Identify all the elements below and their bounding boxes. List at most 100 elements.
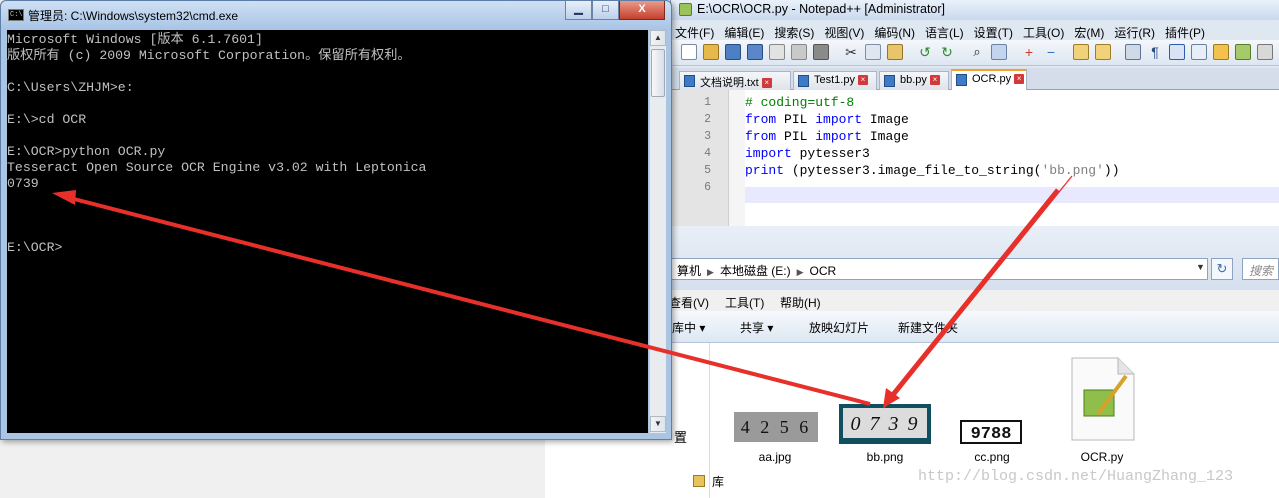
menu-search[interactable]: 搜索(S)	[770, 22, 818, 41]
line-number: 1	[704, 96, 711, 109]
new-folder-button[interactable]: 新建文件夹	[898, 319, 958, 336]
code-line: # coding=utf-8	[745, 95, 854, 110]
aa-thumbnail: 4 2 5 6	[734, 412, 818, 442]
breadcrumb-folder[interactable]: OCR	[810, 264, 837, 278]
code-keyword: import	[745, 146, 792, 161]
code-text: PIL	[776, 112, 816, 127]
code-keyword: from	[745, 112, 777, 127]
line-number: 4	[704, 147, 711, 160]
sync-scroll-h-icon[interactable]	[1095, 44, 1111, 60]
maximize-button[interactable]: □	[592, 1, 619, 20]
breadcrumb-separator-icon[interactable]: ▶	[707, 267, 714, 277]
open-folder-icon[interactable]	[703, 44, 719, 60]
code-editor[interactable]: 1 2 3 4 5 6 # coding=utf-8 from PIL import Imag…	[671, 90, 1279, 226]
close-button[interactable]: X	[619, 1, 665, 20]
tab-test1[interactable]: Test1.py ×	[793, 71, 877, 90]
menu-run[interactable]: 运行(R)	[1110, 22, 1159, 41]
breadcrumb-drive[interactable]: 本地磁盘 (E:)	[720, 264, 791, 278]
menu-tools[interactable]: 工具(O)	[1019, 22, 1068, 41]
maximize-icon: □	[602, 3, 609, 15]
python-file-icon	[1071, 357, 1135, 441]
tab-close-icon[interactable]: ×	[761, 78, 772, 89]
menu-help[interactable]: 帮助(H)	[780, 294, 821, 311]
undo-icon[interactable]: ↺	[917, 44, 933, 60]
address-dropdown-icon[interactable]: ▼	[1196, 262, 1205, 272]
minimize-button[interactable]: ▁	[565, 1, 592, 20]
macro-record-icon[interactable]	[1235, 44, 1251, 60]
scroll-down-icon[interactable]: ▼	[650, 416, 666, 432]
refresh-button[interactable]: ↻	[1211, 258, 1233, 280]
tab-close-icon[interactable]: ×	[857, 75, 868, 86]
close-file-icon[interactable]	[769, 44, 785, 60]
menu-macro[interactable]: 宏(M)	[1070, 22, 1108, 41]
console-line: 版权所有 (c) 2009 Microsoft Corporation。保留所有…	[7, 48, 411, 63]
code-line: import pytesser3	[745, 146, 870, 161]
tab-bb[interactable]: bb.py ×	[879, 71, 949, 90]
doc-map-icon[interactable]	[1191, 44, 1207, 60]
scroll-up-icon[interactable]: ▲	[650, 30, 666, 46]
console-line: Microsoft Windows [版本 6.1.7601]	[7, 32, 263, 47]
watermark: http://blog.csdn.net/HuangZhang_123	[918, 468, 1234, 485]
tab-doc-readme[interactable]: 文档说明.txt ×	[679, 71, 791, 90]
notepad-window: E:\OCR\OCR.py - Notepad++ [Administrator…	[670, 0, 1279, 226]
menu-language[interactable]: 语言(L)	[921, 22, 968, 41]
notepad-toolbar: ✂ ↺ ↻ ⌕ + − ¶	[671, 40, 1279, 66]
svg-text:0 7 3 9: 0 7 3 9	[851, 413, 920, 435]
tab-ocr[interactable]: OCR.py ×	[951, 69, 1027, 90]
tab-close-icon[interactable]: ×	[1014, 74, 1025, 85]
sync-scroll-icon[interactable]	[1073, 44, 1089, 60]
breadcrumb-computer[interactable]: 算机	[677, 264, 701, 278]
indent-guide-icon[interactable]	[1169, 44, 1185, 60]
find-icon[interactable]: ⌕	[969, 44, 985, 60]
menu-tools[interactable]: 工具(T)	[725, 294, 764, 311]
menu-settings[interactable]: 设置(T)	[970, 22, 1017, 41]
console-output[interactable]: Microsoft Windows [版本 6.1.7601] 版权所有 (c) …	[7, 30, 648, 433]
search-input[interactable]: 搜索	[1242, 258, 1279, 280]
current-line-highlight	[745, 187, 1279, 203]
paste-icon[interactable]	[887, 44, 903, 60]
menu-plugins[interactable]: 插件(P)	[1161, 22, 1209, 41]
code-comment: # coding=utf-8	[745, 95, 855, 110]
macro-play-icon[interactable]	[1257, 44, 1273, 60]
notepad-title-bar[interactable]: E:\OCR\OCR.py - Notepad++ [Administrator…	[671, 0, 1279, 20]
line-number: 5	[704, 164, 711, 177]
cut-icon[interactable]: ✂	[843, 44, 859, 60]
minimize-icon: ▁	[574, 3, 583, 15]
zoom-out-icon[interactable]: −	[1043, 44, 1059, 60]
code-string: 'bb.png'	[1041, 163, 1104, 178]
function-list-icon[interactable]	[1213, 44, 1229, 60]
new-file-icon[interactable]	[681, 44, 697, 60]
fold-margin	[729, 90, 745, 226]
nav-item-library[interactable]: 库	[712, 473, 724, 490]
vertical-scrollbar[interactable]: ▲ ▼	[649, 30, 666, 433]
code-keyword: import	[815, 112, 863, 127]
menu-edit[interactable]: 编辑(E)	[720, 22, 768, 41]
close-all-icon[interactable]	[791, 44, 807, 60]
address-bar[interactable]: 算机 ▶ 本地磁盘 (E:) ▶ OCR	[670, 258, 1208, 280]
code-keyword: import	[815, 129, 863, 144]
menu-file[interactable]: 文件(F)	[671, 22, 718, 41]
cmd-title: 管理员: C:\Windows\system32\cmd.exe	[28, 9, 239, 23]
save-all-icon[interactable]	[747, 44, 763, 60]
tab-close-icon[interactable]: ×	[929, 75, 940, 86]
zoom-in-icon[interactable]: +	[1021, 44, 1037, 60]
breadcrumb-separator-icon[interactable]: ▶	[797, 267, 804, 277]
scrollbar-thumb[interactable]	[651, 49, 665, 97]
share-button[interactable]: 共享 ▾	[740, 319, 773, 336]
include-in-library-button[interactable]: 库中 ▾	[672, 319, 705, 336]
word-wrap-icon[interactable]	[1125, 44, 1141, 60]
show-all-chars-icon[interactable]: ¶	[1147, 44, 1163, 60]
copy-icon[interactable]	[865, 44, 881, 60]
print-icon[interactable]	[813, 44, 829, 60]
menu-view[interactable]: 视图(V)	[820, 22, 868, 41]
redo-icon[interactable]: ↻	[939, 44, 955, 60]
menu-view[interactable]: 查看(V)	[669, 294, 709, 311]
slideshow-button[interactable]: 放映幻灯片	[809, 319, 869, 336]
menu-encoding[interactable]: 编码(N)	[870, 22, 919, 41]
replace-icon[interactable]	[991, 44, 1007, 60]
save-icon[interactable]	[725, 44, 741, 60]
nav-item-settings[interactable]: 置	[674, 427, 687, 446]
